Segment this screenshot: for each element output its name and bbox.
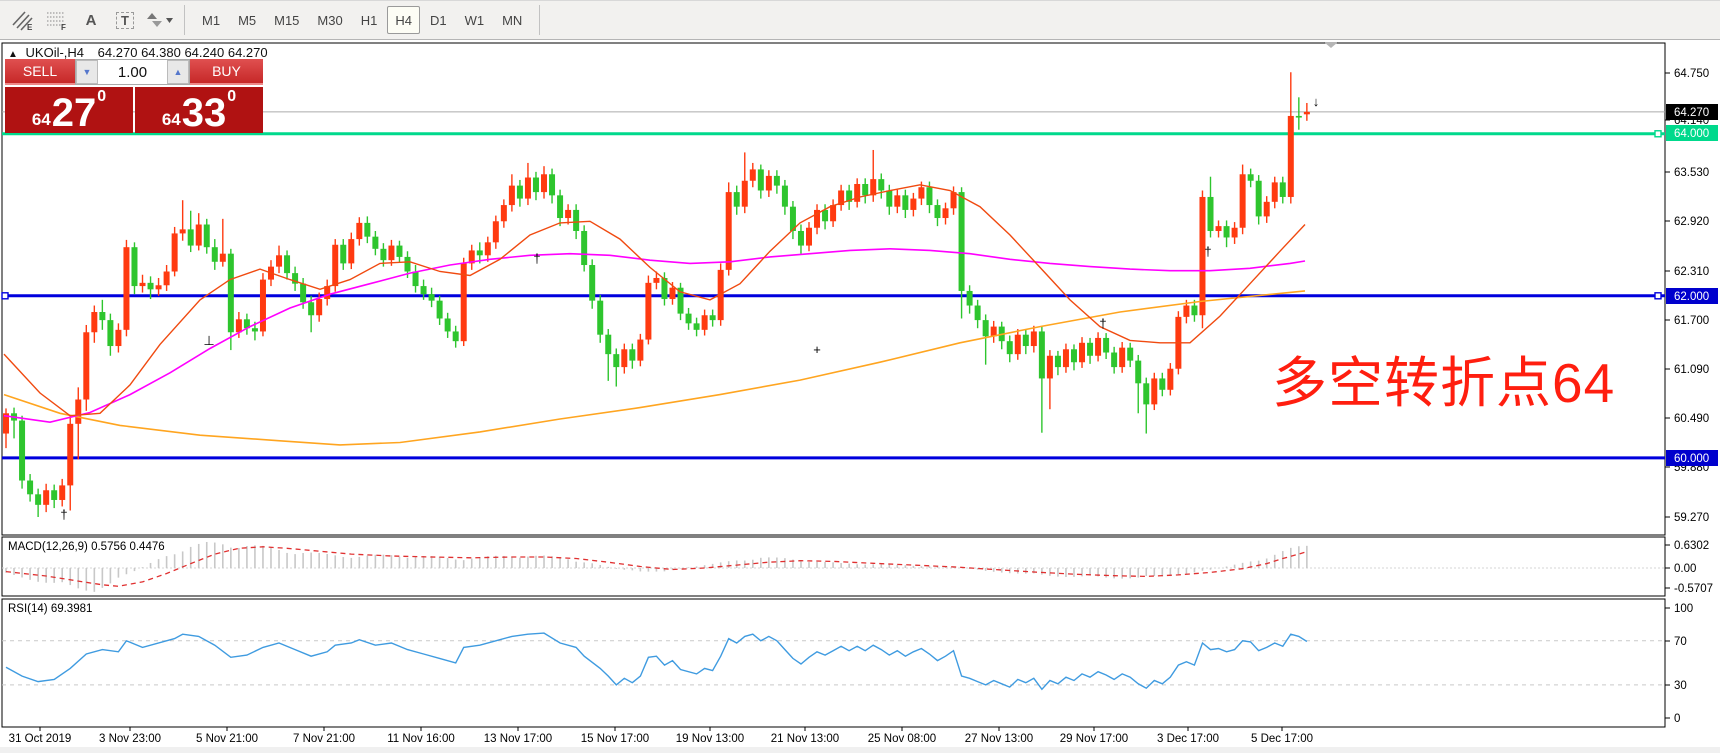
svg-text:59.270: 59.270 xyxy=(1674,512,1709,524)
svg-text:27 Nov 13:00: 27 Nov 13:00 xyxy=(965,733,1033,745)
trading-terminal-window: { "toolbar": { "tools": [ {"name": "equi… xyxy=(0,0,1720,753)
svg-text:7 Nov 21:00: 7 Nov 21:00 xyxy=(293,733,355,745)
svg-text:25 Nov 08:00: 25 Nov 08:00 xyxy=(868,733,936,745)
chart-symbol-header: ▲ UKOil-,H4 64.270 64.380 64.240 64.270 xyxy=(8,45,268,60)
ohlc-high: 64.380 xyxy=(141,45,181,60)
svg-text:3 Nov 23:00: 3 Nov 23:00 xyxy=(99,733,161,745)
svg-text:60.490: 60.490 xyxy=(1674,413,1709,425)
buy-price-display[interactable]: 64 33 0 xyxy=(135,87,263,133)
macd-label: MACD(12,26,9) 0.5756 0.4476 xyxy=(8,541,165,553)
svg-text:-0.5707: -0.5707 xyxy=(1674,583,1713,595)
volume-increase-button[interactable]: ▲ xyxy=(167,60,189,84)
svg-text:31 Oct 2019: 31 Oct 2019 xyxy=(9,733,72,745)
svg-text:100: 100 xyxy=(1674,603,1693,615)
symbol-name: UKOil-,H4 xyxy=(26,45,85,60)
rsi-pane[interactable] xyxy=(2,599,1665,727)
svg-text:64.000: 64.000 xyxy=(1674,128,1709,140)
svg-text:3 Dec 17:00: 3 Dec 17:00 xyxy=(1157,733,1219,745)
svg-text:64.750: 64.750 xyxy=(1674,68,1709,80)
svg-text:30: 30 xyxy=(1674,680,1687,692)
volume-input[interactable] xyxy=(98,60,167,84)
svg-text:62.920: 62.920 xyxy=(1674,216,1709,228)
chart-mark: † xyxy=(533,251,540,266)
chart-mark: ⊥ xyxy=(203,333,214,348)
svg-text:21 Nov 13:00: 21 Nov 13:00 xyxy=(771,733,839,745)
svg-text:60.000: 60.000 xyxy=(1674,453,1709,465)
volume-spinner: ▼ ▲ xyxy=(75,59,190,85)
chart-mark: ↓ xyxy=(1313,94,1320,109)
chart-mark: † xyxy=(60,507,67,522)
svg-text:62.310: 62.310 xyxy=(1674,266,1709,278)
svg-text:61.700: 61.700 xyxy=(1674,315,1709,327)
support-62-line-handle[interactable] xyxy=(2,293,8,299)
svg-text:62.000: 62.000 xyxy=(1674,291,1709,303)
sell-price-prefix: 64 xyxy=(32,111,51,128)
buy-price-sup: 0 xyxy=(227,89,236,105)
svg-text:15 Nov 17:00: 15 Nov 17:00 xyxy=(581,733,649,745)
svg-text:61.090: 61.090 xyxy=(1674,364,1709,376)
svg-text:0.00: 0.00 xyxy=(1674,563,1696,575)
svg-text:5 Dec 17:00: 5 Dec 17:00 xyxy=(1251,733,1313,745)
ohlc-open: 64.270 xyxy=(98,45,138,60)
svg-text:11 Nov 16:00: 11 Nov 16:00 xyxy=(387,733,455,745)
price-axis[interactable]: 64.75064.14063.53062.92062.31061.70061.0… xyxy=(1665,68,1718,524)
ohlc-low: 64.240 xyxy=(184,45,224,60)
svg-text:13 Nov 17:00: 13 Nov 17:00 xyxy=(484,733,552,745)
buy-price-prefix: 64 xyxy=(162,111,181,128)
svg-text:5 Nov 21:00: 5 Nov 21:00 xyxy=(196,733,258,745)
svg-text:0: 0 xyxy=(1674,713,1680,725)
chart-mark: † xyxy=(1204,244,1211,259)
support-62-line-handle[interactable] xyxy=(1655,293,1661,299)
chart-mark: † xyxy=(1099,316,1106,331)
rsi-label: RSI(14) 69.3981 xyxy=(8,603,92,615)
sell-price-display[interactable]: 64 27 0 xyxy=(5,87,133,133)
resistance-64-line-handle[interactable] xyxy=(1655,131,1661,137)
sell-price-big: 27 xyxy=(52,95,97,131)
volume-decrease-button[interactable]: ▼ xyxy=(76,60,98,84)
time-axis[interactable]: 31 Oct 2019 3 Nov 23:00 5 Nov 21:00 7 Nov 2… xyxy=(0,727,1720,753)
buy-price-big: 33 xyxy=(182,95,227,131)
svg-text:0.6302: 0.6302 xyxy=(1674,540,1709,552)
chart-mark: + xyxy=(813,342,821,357)
one-click-trade-panel: SELL ▼ ▲ BUY 64 27 0 64 33 0 xyxy=(5,59,263,133)
svg-text:29 Nov 17:00: 29 Nov 17:00 xyxy=(1060,733,1128,745)
chart-text-annotation[interactable]: 多空转折点64 xyxy=(1272,338,1615,418)
svg-text:19 Nov 13:00: 19 Nov 13:00 xyxy=(676,733,744,745)
buy-button[interactable]: BUY xyxy=(190,59,263,85)
ohlc-close: 64.270 xyxy=(228,45,268,60)
sell-price-sup: 0 xyxy=(97,89,106,105)
svg-text:70: 70 xyxy=(1674,636,1687,648)
sell-button[interactable]: SELL xyxy=(5,59,75,85)
svg-text:64.270: 64.270 xyxy=(1674,107,1709,119)
svg-text:63.530: 63.530 xyxy=(1674,167,1709,179)
